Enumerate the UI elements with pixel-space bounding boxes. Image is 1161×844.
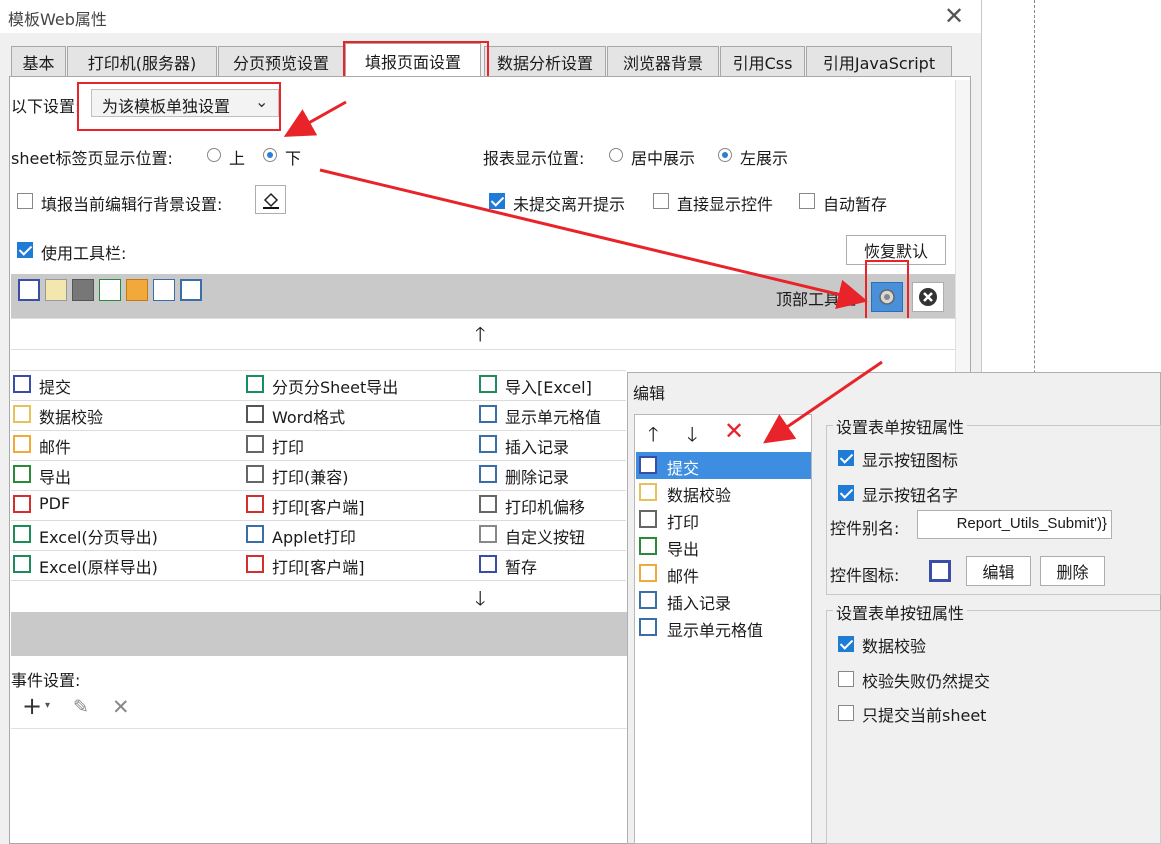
arrow-to-dropdown bbox=[283, 100, 347, 137]
annotation-arrows bbox=[283, 100, 883, 444]
arrow-to-list bbox=[763, 360, 883, 444]
arrow-to-gear bbox=[319, 168, 868, 309]
